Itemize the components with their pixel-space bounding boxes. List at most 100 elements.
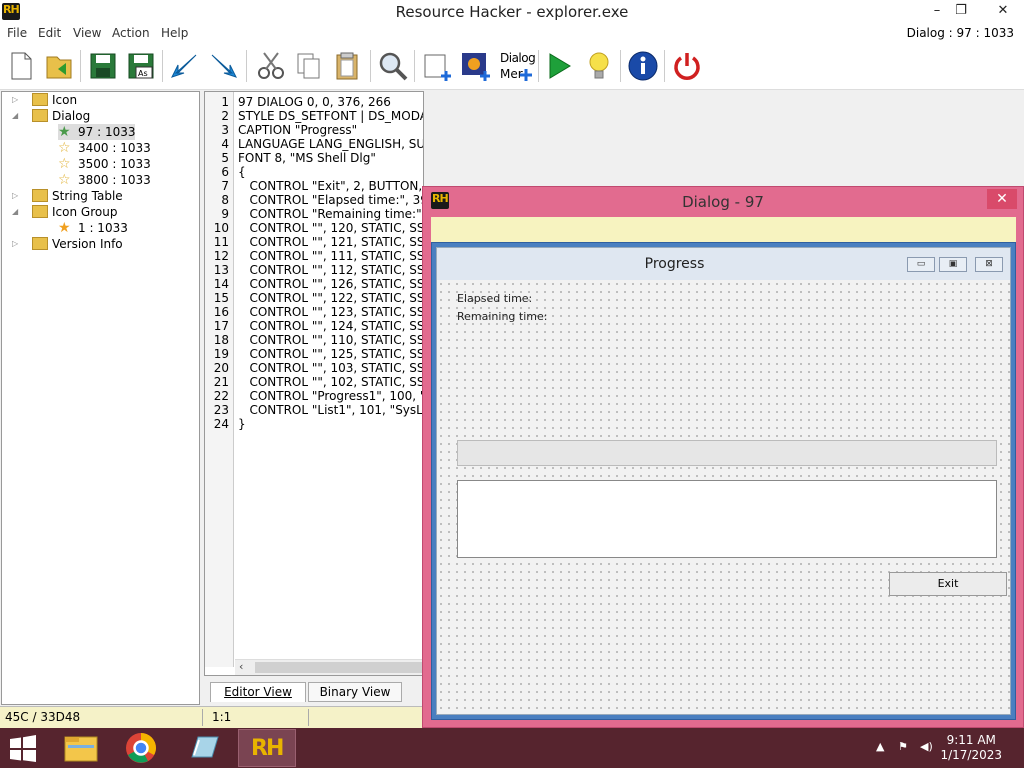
code-line[interactable]: CONTROL "", 126, STATIC, SS_ [238, 277, 423, 291]
taskbar-clock[interactable]: 9:11 AM 1/17/2023 [940, 733, 1002, 763]
menu-edit[interactable]: Edit [38, 26, 61, 40]
code-line[interactable]: CONTROL "List1", 101, "SysList [238, 403, 423, 417]
code-line[interactable]: CONTROL "", 123, STATIC, SS_ [238, 305, 423, 319]
expand-icon[interactable]: ▷ [12, 92, 21, 108]
code-line[interactable]: CONTROL "", 102, STATIC, SS_ [238, 375, 423, 389]
volume-icon[interactable]: ◀) [920, 740, 933, 753]
open-file-icon[interactable] [42, 49, 76, 83]
menu-help[interactable]: Help [161, 26, 188, 40]
search-icon[interactable] [376, 49, 410, 83]
tree-node-dialog-97[interactable]: ★ 97 : 1033 [58, 124, 136, 140]
menu-action[interactable]: Action [112, 26, 150, 40]
taskbar-file-explorer[interactable] [52, 729, 110, 767]
code-line[interactable]: CONTROL "", 111, STATIC, SS_ [238, 249, 423, 263]
code-line[interactable]: { [238, 165, 246, 179]
new-file-icon[interactable] [4, 49, 38, 83]
view-tabs: Editor View Binary View [204, 680, 424, 704]
cut-icon[interactable] [254, 49, 288, 83]
tree-node-icon-group[interactable]: Icon Group [32, 204, 117, 220]
resource-hacker-window: RH Resource Hacker - explorer.exe – ❐ ✕ … [0, 0, 1024, 728]
code-line[interactable]: CONTROL "", 122, STATIC, SS_ [238, 291, 423, 305]
tree-node-string-table[interactable]: String Table [32, 188, 123, 204]
save-icon[interactable] [86, 49, 120, 83]
run-script-icon[interactable] [542, 49, 576, 83]
code-line[interactable]: FONT 8, "MS Shell Dlg" [238, 151, 376, 165]
add-image-resource-icon[interactable] [458, 49, 492, 83]
code-line[interactable]: CONTROL "Remaining time:", 39 [238, 207, 423, 221]
toolbar: As Dialog Mer [0, 44, 1024, 90]
code-line[interactable]: CONTROL "", 110, STATIC, SS_ [238, 333, 423, 347]
windows-start-icon[interactable] [8, 735, 38, 762]
progress-form-canvas[interactable]: Progress ▭ ▣ ⊠ Elapsed time: Remaining t… [436, 247, 1011, 715]
elapsed-time-label[interactable]: Elapsed time: [457, 292, 532, 305]
menu-file[interactable]: File [7, 26, 27, 40]
folder-icon [32, 205, 48, 218]
tab-editor-view[interactable]: Editor View [210, 682, 306, 702]
code-line[interactable]: } [238, 417, 246, 431]
dialog-merge-label: Dialog [500, 51, 536, 65]
paste-icon[interactable] [330, 49, 364, 83]
network-icon[interactable]: ⚑ [898, 740, 908, 753]
scroll-thumb[interactable] [255, 662, 423, 673]
plus-icon [520, 69, 532, 81]
restore-button[interactable]: ❐ [946, 0, 976, 24]
menu-view[interactable]: View [73, 26, 101, 40]
code-line[interactable]: STYLE DS_SETFONT | DS_MODALFRAME | DS_CE… [238, 109, 423, 123]
dialog-preview-close-button[interactable]: ✕ [987, 189, 1017, 209]
form-close-icon[interactable]: ⊠ [975, 257, 1003, 272]
show-hidden-icons[interactable]: ▲ [876, 740, 884, 753]
code-line[interactable]: CONTROL "", 103, STATIC, SS_ [238, 361, 423, 375]
tree-node-icon-group-1[interactable]: ★ 1 : 1033 [58, 220, 128, 236]
save-as-icon[interactable]: As [124, 49, 158, 83]
collapse-icon[interactable]: ◢ [12, 108, 21, 124]
tree-node-dialog-3500[interactable]: ☆ 3500 : 1033 [58, 156, 151, 172]
code-line[interactable]: CONTROL "", 112, STATIC, SS_ [238, 263, 423, 277]
tree-node-dialog-3400[interactable]: ☆ 3400 : 1033 [58, 140, 151, 156]
code-line[interactable]: 97 DIALOG 0, 0, 376, 266 [238, 95, 391, 109]
code-line[interactable]: CAPTION "Progress" [238, 123, 357, 137]
taskbar-chrome[interactable] [112, 729, 170, 767]
copy-icon[interactable] [292, 49, 326, 83]
progress-bar-control[interactable] [457, 440, 997, 466]
line-number: 15 [213, 291, 229, 305]
code-line[interactable]: LANGUAGE LANG_ENGLISH, SUBLANG_ENGLISH_U… [238, 137, 423, 151]
remaining-time-label[interactable]: Remaining time: [457, 310, 547, 323]
script-editor[interactable]: 1 2 3 4 5 6 7 8 9 10 11 12 13 14 15 16 17 18 19 20 21 22 23 24 … [204, 91, 424, 676]
add-resource-icon[interactable] [420, 49, 454, 83]
line-number: 1 [221, 95, 229, 109]
code-line[interactable]: CONTROL "Progress1", 100, "m [238, 389, 423, 403]
taskbar-resource-hacker[interactable]: RH [238, 729, 296, 767]
tree-node-dialog-3800[interactable]: ☆ 3800 : 1033 [58, 172, 151, 188]
lightbulb-icon[interactable] [582, 49, 616, 83]
exit-button[interactable]: Exit [889, 572, 1007, 596]
resource-tree[interactable]: ▷ Icon ◢ Dialog ★ 97 : 1033 ☆ 3400 : 1033 … [1, 91, 200, 705]
close-button[interactable]: ✕ [988, 0, 1018, 24]
dialog-preview-window[interactable]: RH Dialog - 97 ✕ Progress ▭ ▣ ⊠ Elapsed … [422, 186, 1024, 728]
code-line[interactable]: CONTROL "Elapsed time:", 3900 [238, 193, 423, 207]
current-resource-label: Dialog : 97 : 1033 [906, 26, 1014, 40]
scroll-left-icon[interactable]: ‹ [239, 660, 243, 673]
go-back-arrow-icon[interactable] [168, 49, 202, 83]
horizontal-scrollbar[interactable]: ‹ [235, 659, 423, 675]
collapse-icon[interactable]: ◢ [12, 204, 21, 220]
power-exit-icon[interactable] [670, 49, 704, 83]
go-forward-arrow-icon[interactable] [206, 49, 240, 83]
info-icon[interactable] [626, 49, 660, 83]
tree-node-icon[interactable]: Icon [32, 92, 77, 108]
tab-binary-view[interactable]: Binary View [308, 682, 402, 702]
code-line[interactable]: CONTROL "", 124, STATIC, SS_ [238, 319, 423, 333]
expand-icon[interactable]: ▷ [12, 188, 21, 204]
form-minimize-icon[interactable]: ▭ [907, 257, 935, 272]
code-line[interactable]: CONTROL "", 125, STATIC, SS_ [238, 347, 423, 361]
dialog-merge-button[interactable]: Dialog Mer [498, 49, 536, 85]
code-line[interactable]: CONTROL "Exit", 2, BUTTON, BS_PUSHBUTTON… [238, 179, 423, 193]
tree-node-dialog[interactable]: Dialog [32, 108, 90, 124]
code-line[interactable]: CONTROL "", 120, STATIC, SS_ [238, 221, 423, 235]
tree-node-version-info[interactable]: Version Info [32, 236, 123, 252]
notebook-app-icon [191, 736, 219, 758]
taskbar-app[interactable] [176, 729, 234, 767]
expand-icon[interactable]: ▷ [12, 236, 21, 252]
list-view-control[interactable] [457, 480, 997, 558]
code-line[interactable]: CONTROL "", 121, STATIC, SS_ [238, 235, 423, 249]
form-maximize-icon[interactable]: ▣ [939, 257, 967, 272]
